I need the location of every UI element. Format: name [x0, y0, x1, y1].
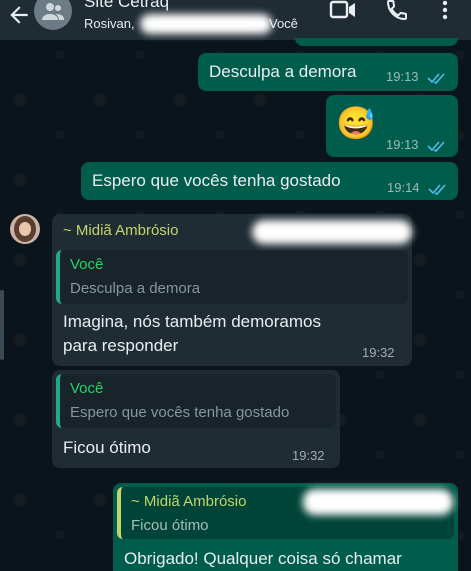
message-text-line2: para responder: [63, 336, 179, 355]
back-arrow-icon[interactable]: [6, 2, 32, 28]
quoted-author: Você: [70, 256, 104, 273]
chat-header[interactable]: Site Cetraq Rosivan, Você: [0, 0, 471, 40]
message-bubble-partial[interactable]: [295, 38, 458, 46]
avatar-face: [19, 222, 31, 236]
message-time: 19:13: [386, 69, 419, 84]
scroll-edge-indicator: [0, 290, 4, 360]
double-check-icon: [427, 73, 445, 84]
participant-last: Você: [269, 16, 298, 31]
group-avatar[interactable]: [34, 0, 72, 30]
redacted-phone: [252, 220, 412, 244]
message-time: 19:14: [387, 180, 420, 195]
video-call-icon[interactable]: [329, 0, 357, 22]
message-bubble-outgoing[interactable]: ~ Midiã Ambrósio Ficou ótimo Obrigado! Q…: [113, 483, 458, 571]
quoted-text: Espero que vocês tenha gostado: [70, 404, 290, 421]
message-time: 19:32: [362, 345, 395, 360]
phone-icon[interactable]: [385, 0, 409, 22]
quoted-text: Desculpa a demora: [70, 280, 201, 297]
message-text: Desculpa a demora: [209, 62, 357, 81]
sender-name[interactable]: ~ Midiã Ambrósio: [63, 222, 178, 239]
quoted-message[interactable]: Você Espero que vocês tenha gostado: [56, 374, 336, 428]
message-bubble-incoming[interactable]: ~ Midiã Ambrósio Você Desculpa a demora …: [52, 214, 412, 366]
message-text: Espero que vocês tenha gostado: [92, 171, 341, 190]
double-check-icon: [427, 141, 445, 152]
quoted-message[interactable]: Você Desculpa a demora: [56, 250, 408, 304]
redacted-phone: [303, 489, 453, 515]
message-bubble-outgoing[interactable]: Desculpa a demora 19:13: [198, 53, 458, 91]
double-check-icon: [428, 184, 446, 195]
chat-title[interactable]: Site Cetraq: [84, 0, 169, 12]
more-vert-icon[interactable]: [440, 0, 450, 22]
message-text-line1: Imagina, nós também demoramos: [63, 312, 321, 331]
quoted-text: Ficou ótimo: [131, 517, 209, 534]
group-avatar-icon: [42, 3, 64, 20]
sender-avatar[interactable]: [10, 214, 40, 244]
emoji-sweat-smile: 😅: [336, 105, 376, 141]
message-time: 19:32: [292, 448, 325, 463]
message-bubble-incoming[interactable]: Você Espero que vocês tenha gostado Fico…: [52, 370, 340, 468]
message-time: 19:13: [386, 137, 419, 152]
quoted-author: ~ Midiã Ambrósio: [131, 493, 247, 510]
quoted-author: Você: [70, 380, 104, 397]
message-text: Ficou ótimo: [63, 438, 151, 457]
message-bubble-emoji[interactable]: 😅 19:13: [326, 95, 458, 157]
participant-first: Rosivan,: [84, 16, 135, 31]
message-text: Obrigado! Qualquer coisa só chamar: [124, 549, 402, 568]
redacted-participants: [140, 14, 272, 34]
message-bubble-outgoing[interactable]: Espero que vocês tenha gostado 19:14: [81, 162, 458, 200]
